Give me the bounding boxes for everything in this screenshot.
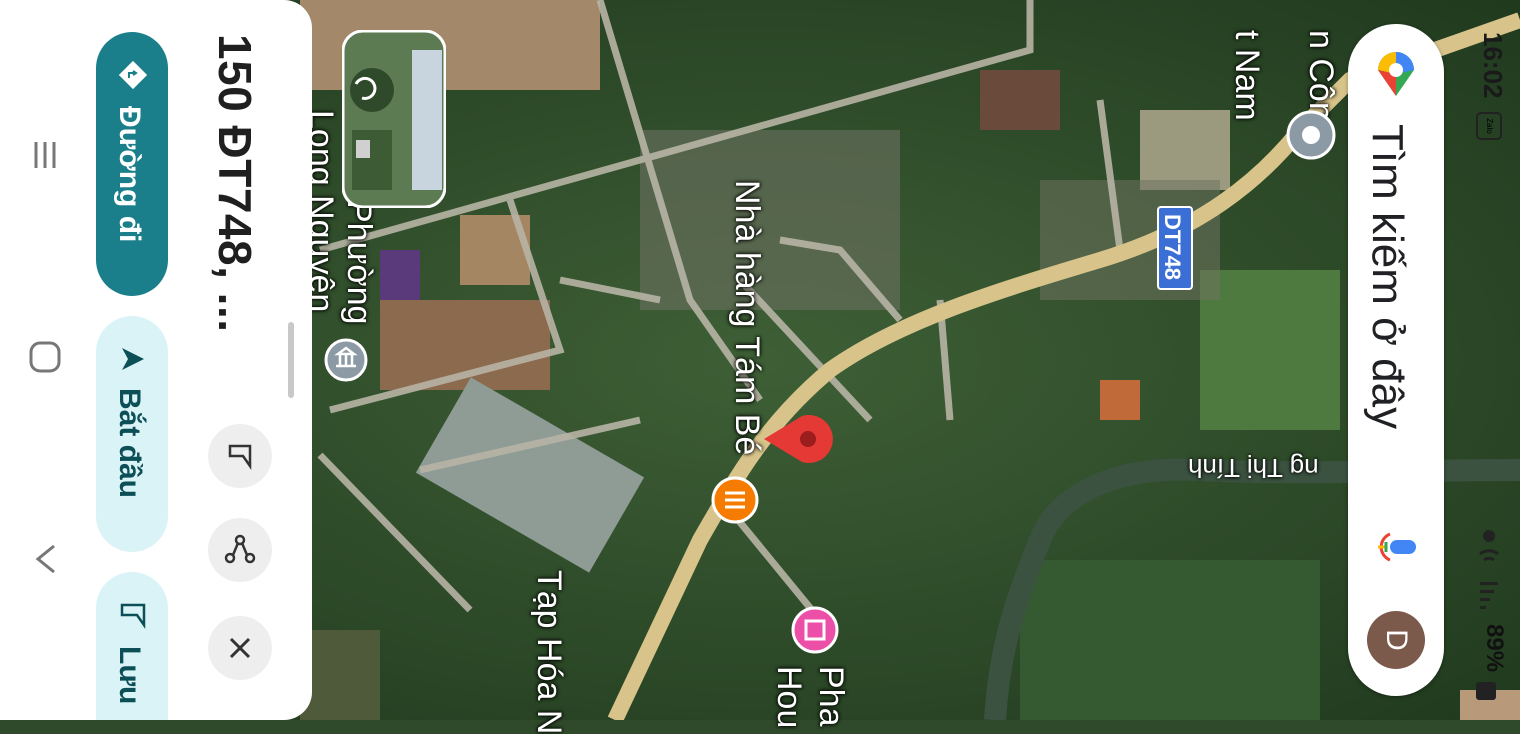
pharmacy-label-1[interactable]: Pha — [811, 666, 850, 727]
route-shield-label: DT748 — [1160, 214, 1185, 281]
battery-level: 89% — [1481, 624, 1508, 673]
place-title: 150 ĐT748, ... — [209, 34, 261, 333]
top-label-2: t Nam — [1228, 30, 1266, 121]
home-icon[interactable] — [24, 336, 66, 378]
street-label: ng Thị Tính — [1188, 453, 1319, 483]
transit-marker-icon[interactable] — [1284, 108, 1338, 162]
signal-icon — [1480, 582, 1498, 585]
restaurant-marker-icon[interactable] — [710, 475, 760, 525]
sheet-drag-handle[interactable] — [288, 322, 294, 398]
grocery-label[interactable]: Tạp Hóa N — [529, 570, 568, 734]
wifi-icon — [1479, 549, 1499, 556]
menu-icon[interactable] — [24, 134, 66, 176]
ward-label: Phường — [340, 200, 378, 325]
account-avatar[interactable]: D — [1367, 611, 1425, 669]
bookmark-icon — [120, 603, 146, 629]
navigation-arrow-icon — [122, 348, 144, 370]
chevron-up-icon[interactable] — [24, 538, 66, 580]
close-button[interactable] — [208, 616, 272, 680]
restaurant-label[interactable]: Nhà hàng Tám Bé — [727, 180, 766, 455]
bookmark-icon — [228, 444, 252, 470]
save-round-button[interactable] — [208, 424, 272, 488]
ward-marker-icon[interactable] — [322, 336, 370, 384]
start-label: Bắt đầu — [113, 388, 146, 499]
close-icon — [229, 637, 251, 659]
share-icon — [224, 534, 256, 564]
zalo-notification-icon: Zalo — [1476, 112, 1502, 140]
directions-label: Đường đi — [113, 106, 146, 243]
street-view-thumbnail[interactable] — [342, 30, 446, 208]
pharmacy-label-2[interactable]: Hou — [769, 666, 808, 728]
battery-icon — [1476, 682, 1496, 700]
mic-icon[interactable] — [1376, 526, 1422, 568]
status-icons — [1479, 530, 1499, 609]
share-button[interactable] — [208, 518, 272, 582]
pharmacy-marker-icon[interactable] — [790, 605, 840, 655]
system-nav-bar — [0, 0, 88, 720]
selected-location-pin-icon[interactable] — [762, 412, 836, 466]
maps-logo-icon — [1378, 52, 1414, 96]
save-label: Lưu — [113, 646, 146, 705]
directions-icon — [118, 60, 148, 90]
location-icon — [1483, 530, 1495, 542]
status-time: 16:02 — [1478, 32, 1508, 99]
search-input[interactable]: Tìm kiếm ở đây — [1362, 124, 1412, 429]
